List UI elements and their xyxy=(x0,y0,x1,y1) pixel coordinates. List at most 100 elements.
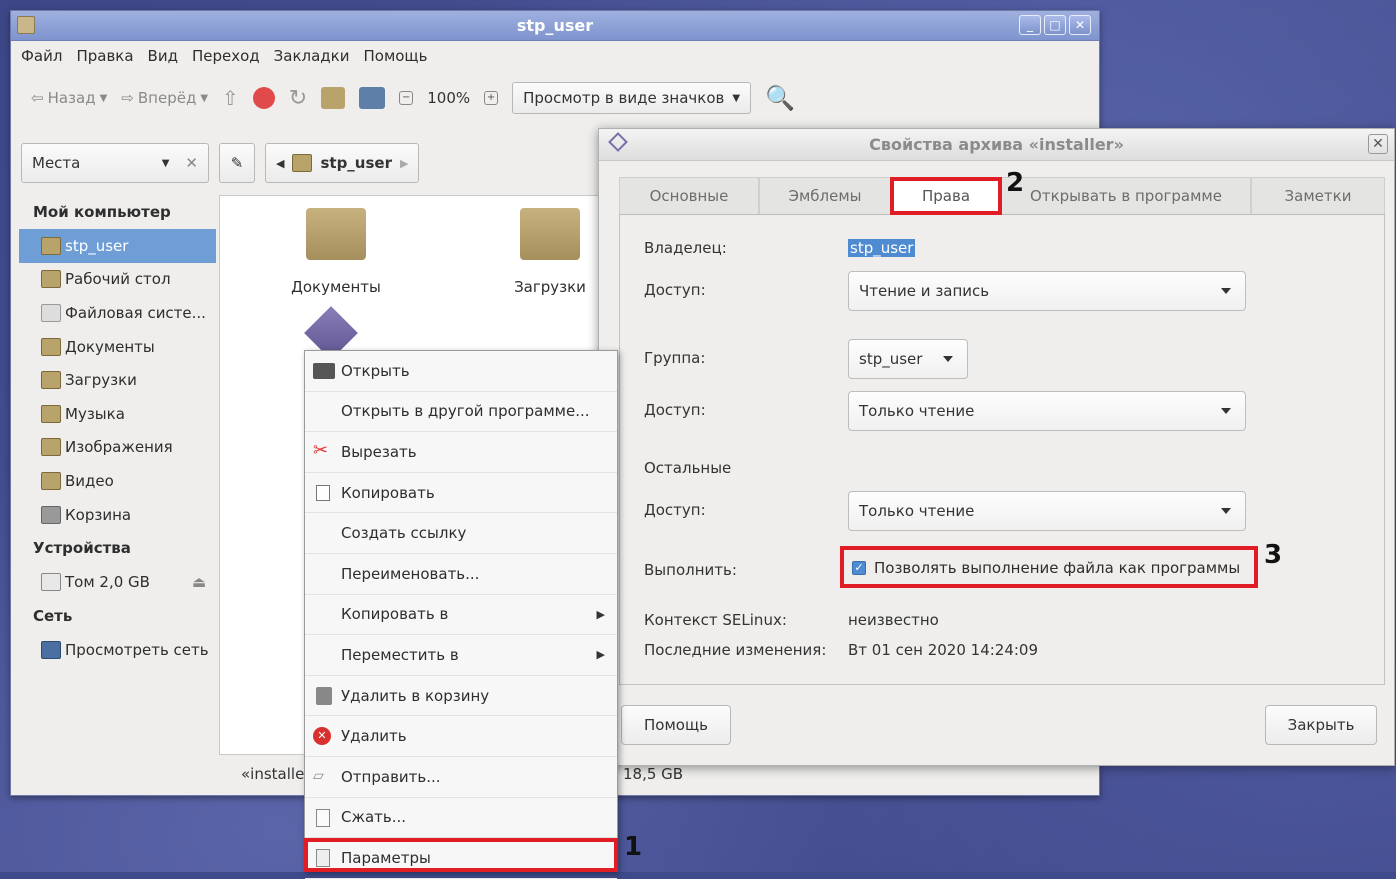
sidebar-item-label: Музыка xyxy=(65,404,125,423)
menu-item-open-with[interactable]: Открыть в другой программе... xyxy=(305,392,617,433)
maximize-button[interactable]: □ xyxy=(1044,15,1066,35)
dialog-titlebar[interactable]: Свойства архива «installer» ✕ xyxy=(599,129,1394,161)
submenu-arrow-icon: ▶ xyxy=(596,648,605,662)
up-icon[interactable]: ⇧ xyxy=(222,86,239,110)
downloads-folder-icon xyxy=(41,371,61,390)
menu-item-copy[interactable]: Копировать xyxy=(305,473,617,514)
breadcrumb-current[interactable]: stp_user xyxy=(320,154,392,172)
owner-access-select[interactable]: Чтение и запись xyxy=(848,271,1246,311)
fm-titlebar[interactable]: stp_user _ □ ✕ xyxy=(11,11,1099,41)
sidebar-item-home[interactable]: stp_user xyxy=(19,229,216,263)
back-button[interactable]: ⇦ Назад ▼ xyxy=(31,89,107,107)
help-button[interactable]: Помощь xyxy=(621,705,731,745)
network-icon xyxy=(41,640,61,659)
group-access-select[interactable]: Только чтение xyxy=(848,391,1246,431)
group-label: Группа: xyxy=(644,349,706,367)
file-item-documents[interactable]: Документы xyxy=(276,208,396,296)
menu-item-delete[interactable]: ✕ Удалить xyxy=(305,716,617,757)
menu-item-compress[interactable]: Сжать... xyxy=(305,798,617,839)
sidebar-item-label: Видео xyxy=(65,471,114,490)
eject-icon[interactable]: ⏏ xyxy=(192,573,206,591)
trash-icon xyxy=(316,686,332,705)
zoom-out-icon[interactable]: − xyxy=(399,91,414,105)
close-button[interactable]: Закрыть xyxy=(1265,705,1377,745)
permissions-panel: Владелец: stp_user Доступ: Чтение и запи… xyxy=(619,215,1385,685)
desktop-folder-icon xyxy=(41,270,61,289)
menu-item-label: Переместить в xyxy=(341,645,459,664)
search-icon[interactable]: 🔍 xyxy=(765,84,795,112)
modified-label: Последние изменения: xyxy=(644,641,827,659)
chevron-right-icon[interactable]: ▶ xyxy=(400,157,408,170)
forward-button[interactable]: ⇨ Вперёд ▼ xyxy=(121,89,208,107)
file-item-downloads[interactable]: Загрузки xyxy=(490,208,610,296)
sidebar-item-videos[interactable]: Видео xyxy=(19,464,216,498)
view-mode-select[interactable]: Просмотр в виде значков ▼ xyxy=(512,82,752,114)
menu-edit[interactable]: Правка xyxy=(76,47,133,65)
menu-item-cut[interactable]: ✂ Вырезать xyxy=(305,432,617,473)
owner-access-label: Доступ: xyxy=(644,281,706,299)
home-folder-icon xyxy=(292,154,313,172)
chevron-down-icon xyxy=(1221,288,1231,294)
tab-notes[interactable]: Заметки xyxy=(1251,177,1385,214)
menu-item-rename[interactable]: Переименовать... xyxy=(305,554,617,595)
menu-go[interactable]: Переход xyxy=(192,47,260,65)
menu-bookmarks[interactable]: Закладки xyxy=(274,47,350,65)
close-sidebar-icon[interactable]: ✕ xyxy=(185,154,198,172)
menu-item-label: Сжать... xyxy=(341,808,407,827)
trash-icon xyxy=(41,505,61,524)
menu-item-move-to[interactable]: Переместить в ▶ xyxy=(305,635,617,676)
path-breadcrumb[interactable]: ◀ stp_user ▶ xyxy=(265,143,420,183)
toolbar: ⇦ Назад ▼ ⇨ Вперёд ▼ ⇧ ↻ − 100% + Просмо… xyxy=(11,71,1099,125)
sidebar-item-downloads[interactable]: Загрузки xyxy=(19,363,216,397)
home-folder-icon xyxy=(41,236,61,255)
menu-item-copy-to[interactable]: Копировать в ▶ xyxy=(305,595,617,636)
sidebar-item-documents[interactable]: Документы xyxy=(19,330,216,364)
archive-file-icon xyxy=(316,808,330,827)
others-access-select[interactable]: Только чтение xyxy=(848,491,1246,531)
drive-icon xyxy=(41,573,61,592)
group-select[interactable]: stp_user xyxy=(848,339,968,379)
close-window-button[interactable]: ✕ xyxy=(1069,15,1091,35)
sidebar-item-desktop[interactable]: Рабочий стол xyxy=(19,263,216,297)
zoom-in-icon[interactable]: + xyxy=(484,91,499,105)
selinux-value: неизвестно xyxy=(848,611,939,629)
dialog-title: Свойства архива «installer» xyxy=(869,135,1124,154)
menu-view[interactable]: Вид xyxy=(148,47,178,65)
tab-basic[interactable]: Основные xyxy=(619,177,759,214)
tab-open-with[interactable]: Открывать в программе xyxy=(1001,177,1251,214)
sidebar-item-music[interactable]: Музыка xyxy=(19,397,216,431)
sidebar-item-trash[interactable]: Корзина xyxy=(19,498,216,532)
menu-help[interactable]: Помощь xyxy=(363,47,427,65)
status-free-space: 18,5 GB xyxy=(623,765,684,783)
sidebar-section-devices: Устройства xyxy=(33,539,131,558)
menu-item-label: Удалить в корзину xyxy=(341,686,490,705)
step-marker-1: 1 xyxy=(624,832,643,862)
menu-file[interactable]: Файл xyxy=(21,47,62,65)
computer-icon[interactable] xyxy=(359,87,386,109)
places-select[interactable]: Места ▼ ✕ xyxy=(21,143,209,183)
others-label: Остальные xyxy=(644,459,732,477)
menu-item-make-link[interactable]: Создать ссылку xyxy=(305,513,617,554)
menu-item-open[interactable]: Открыть xyxy=(305,351,617,392)
tab-emblems[interactable]: Эмблемы xyxy=(759,177,891,214)
chevron-left-icon[interactable]: ◀ xyxy=(276,157,284,170)
reload-icon[interactable]: ↻ xyxy=(289,86,307,111)
sidebar-item-volume[interactable]: Том 2,0 GB ⏏ xyxy=(19,565,216,599)
owner-value[interactable]: stp_user xyxy=(848,239,916,257)
minimize-button[interactable]: _ xyxy=(1019,15,1041,35)
sidebar-item-filesystem[interactable]: Файловая систе... xyxy=(19,296,216,330)
sidebar-item-label: Файловая систе... xyxy=(65,303,206,322)
close-icon[interactable]: ✕ xyxy=(1368,134,1388,154)
sidebar-item-network[interactable]: Просмотреть сеть xyxy=(19,633,216,667)
home-icon[interactable] xyxy=(321,87,346,109)
menu-item-trash[interactable]: Удалить в корзину xyxy=(305,676,617,717)
chevron-down-icon xyxy=(1221,508,1231,514)
window-controls: _ □ ✕ xyxy=(1019,15,1091,35)
fm-window-title: stp_user xyxy=(516,16,594,35)
menu-item-send[interactable]: ▱ Отправить... xyxy=(305,757,617,798)
sidebar-item-pictures[interactable]: Изображения xyxy=(19,431,216,465)
edit-path-button[interactable]: ✎ xyxy=(219,143,255,183)
stop-icon[interactable] xyxy=(252,87,275,109)
group-access-label: Доступ: xyxy=(644,401,706,419)
menu-item-label: Переименовать... xyxy=(341,564,480,583)
